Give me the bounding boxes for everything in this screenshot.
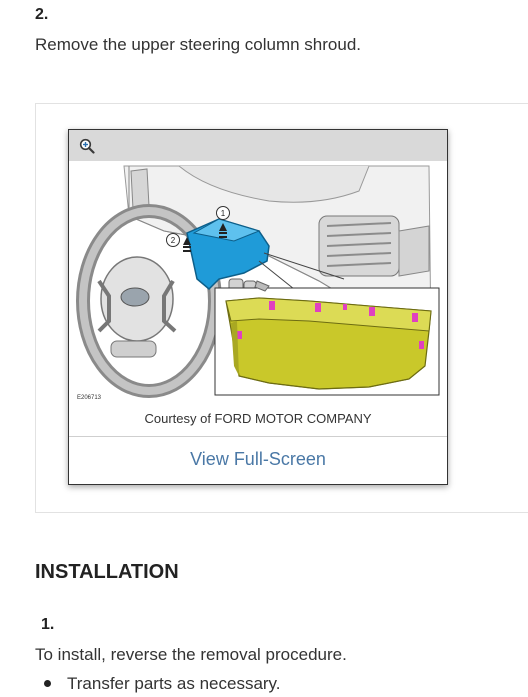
zoom-in-icon[interactable] bbox=[79, 138, 95, 154]
air-vent bbox=[318, 215, 400, 277]
installation-step-number: 1. bbox=[41, 616, 55, 633]
detail-inset bbox=[214, 287, 440, 396]
step-instruction: Remove the upper steering column shroud. bbox=[35, 35, 362, 54]
bullet-dot bbox=[44, 680, 51, 687]
installation-heading: INSTALLATION bbox=[35, 561, 179, 583]
view-fullscreen-link[interactable]: View Full-Screen bbox=[69, 449, 447, 470]
svg-text:2: 2 bbox=[171, 236, 176, 245]
card-divider bbox=[69, 436, 447, 437]
bullet-item: Transfer parts as necessary. bbox=[67, 674, 281, 693]
figure-id: E206713 bbox=[77, 395, 102, 401]
illustration-card: 1 2 E206713 Courtesy of FORD MOTOR COMPA… bbox=[68, 129, 448, 485]
image-caption: Courtesy of FORD MOTOR COMPANY bbox=[144, 411, 372, 426]
illustration-toolbar bbox=[69, 130, 447, 161]
svg-text:1: 1 bbox=[221, 209, 226, 218]
steering-column-illustration: 1 2 bbox=[69, 161, 447, 408]
step-number: 2. bbox=[35, 6, 49, 23]
installation-instruction: To install, reverse the removal procedur… bbox=[35, 645, 347, 664]
